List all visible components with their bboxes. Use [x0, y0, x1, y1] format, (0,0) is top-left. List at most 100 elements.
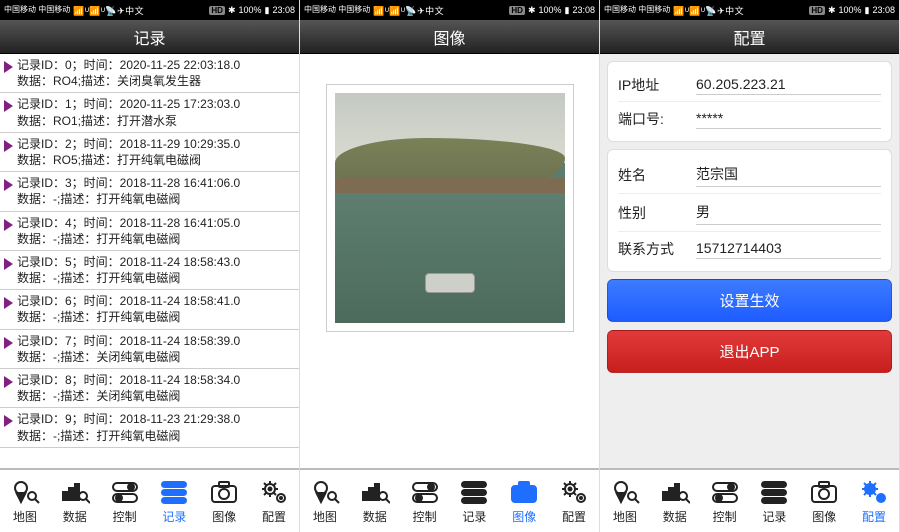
hd-badge: HD	[509, 6, 525, 15]
play-icon	[4, 140, 13, 152]
config-label: 性别	[618, 203, 696, 223]
tab-label: 地图	[13, 508, 37, 525]
config-row: 姓名 范宗国	[618, 156, 881, 193]
tab-label: 记录	[162, 508, 186, 525]
config-input[interactable]: 60.205.223.21	[696, 74, 881, 95]
tab-label: 地图	[313, 508, 337, 525]
tab-record[interactable]: 记录	[749, 470, 799, 532]
config-input[interactable]: 男	[696, 200, 881, 225]
battery-icon: ▮	[265, 5, 270, 16]
carrier-label: 中国移动 中国移动	[4, 6, 70, 14]
config-label: 端口号:	[618, 109, 696, 129]
tab-image[interactable]: 图像	[799, 470, 849, 532]
record-item[interactable]: 记录ID：0；时间：2020-11-25 22:03:18.0数据：RO4;描述…	[0, 54, 299, 93]
clock: 23:08	[272, 5, 295, 15]
play-icon	[4, 179, 13, 191]
record-text: 记录ID：9；时间：2018-11-23 21:29:38.0数据：-;描述：打…	[17, 411, 240, 443]
config-input[interactable]: *****	[696, 108, 881, 129]
config-input[interactable]: 范宗国	[696, 162, 881, 187]
tab-control[interactable]: 控制	[700, 470, 750, 532]
play-icon	[4, 415, 13, 427]
record-item[interactable]: 记录ID：7；时间：2018-11-24 18:58:39.0数据：-;描述：关…	[0, 330, 299, 369]
image-content	[300, 54, 599, 468]
tab-image[interactable]: 图像	[499, 470, 549, 532]
tab-control[interactable]: 控制	[100, 470, 150, 532]
play-icon	[4, 100, 13, 112]
record-item[interactable]: 记录ID：8；时间：2018-11-24 18:58:34.0数据：-;描述：关…	[0, 369, 299, 408]
bt-icon: ✱	[228, 5, 236, 16]
play-icon	[4, 297, 13, 309]
config-icon	[859, 478, 889, 506]
tab-map[interactable]: 地图	[300, 470, 350, 532]
config-input[interactable]: 15712714403	[696, 238, 881, 259]
map-icon	[310, 478, 340, 506]
record-text: 记录ID：3；时间：2018-11-28 16:41:06.0数据：-;描述：打…	[17, 175, 240, 207]
status-bar: 中国移动 中国移动 📶 ᵁ 📶 ᵁ 📡 ✈ 中 文 HD ✱ 100% ▮ 23…	[0, 0, 299, 20]
tab-config[interactable]: 配置	[849, 470, 899, 532]
record-text: 记录ID：7；时间：2018-11-24 18:58:39.0数据：-;描述：关…	[17, 333, 240, 365]
apply-button[interactable]: 设置生效	[607, 279, 892, 322]
tab-label: 记录	[462, 508, 486, 525]
tab-data[interactable]: 数据	[650, 470, 700, 532]
carrier-label: 中国移动 中国移动	[604, 6, 670, 14]
record-item[interactable]: 记录ID：6；时间：2018-11-24 18:58:41.0数据：-;描述：打…	[0, 290, 299, 329]
tab-config[interactable]: 配置	[249, 470, 299, 532]
record-icon	[459, 478, 489, 506]
record-item[interactable]: 记录ID：5；时间：2018-11-24 18:58:43.0数据：-;描述：打…	[0, 251, 299, 290]
image-icon	[809, 478, 839, 506]
exit-app-button[interactable]: 退出APP	[607, 330, 892, 373]
tab-label: 配置	[562, 508, 586, 525]
tab-label: 数据	[663, 508, 687, 525]
record-text: 记录ID：5；时间：2018-11-24 18:58:43.0数据：-;描述：打…	[17, 254, 240, 286]
record-item[interactable]: 记录ID：4；时间：2018-11-28 16:41:05.0数据：-;描述：打…	[0, 212, 299, 251]
tab-map[interactable]: 地图	[600, 470, 650, 532]
record-item[interactable]: 记录ID：9；时间：2018-11-23 21:29:38.0数据：-;描述：打…	[0, 408, 299, 447]
data-icon	[60, 478, 90, 506]
image-frame[interactable]	[326, 84, 574, 332]
record-item[interactable]: 记录ID：2；时间：2018-11-29 10:29:35.0数据：RO5;描述…	[0, 133, 299, 172]
image-icon	[509, 478, 539, 506]
config-content: IP地址 60.205.223.21端口号: ***** 姓名 范宗国性别 男联…	[600, 54, 899, 468]
hd-badge: HD	[809, 6, 825, 15]
config-row: IP地址 60.205.223.21	[618, 68, 881, 101]
bt-icon: ✱	[828, 5, 836, 16]
battery-level: 100%	[538, 5, 561, 15]
tab-record[interactable]: 记录	[449, 470, 499, 532]
tab-map[interactable]: 地图	[0, 470, 50, 532]
bottom-nav: 地图 数据 控制 记录 图像 配置	[600, 468, 899, 532]
page-title: 图像	[300, 20, 599, 54]
record-text: 记录ID：8；时间：2018-11-24 18:58:34.0数据：-;描述：关…	[17, 372, 240, 404]
tab-label: 数据	[63, 508, 87, 525]
camera-image	[335, 93, 565, 323]
phone-config: 中国移动 中国移动 📶 ᵁ 📶 ᵁ 📡 ✈ 中 文 HD ✱ 100% ▮ 23…	[600, 0, 900, 532]
tab-label: 控制	[413, 508, 437, 525]
tab-label: 数据	[363, 508, 387, 525]
record-item[interactable]: 记录ID：3；时间：2018-11-28 16:41:06.0数据：-;描述：打…	[0, 172, 299, 211]
record-item[interactable]: 记录ID：1；时间：2020-11-25 17:23:03.0数据：RO1;描述…	[0, 93, 299, 132]
tab-config[interactable]: 配置	[549, 470, 599, 532]
record-text: 记录ID：1；时间：2020-11-25 17:23:03.0数据：RO1;描述…	[17, 96, 240, 128]
carrier-label: 中国移动 中国移动	[304, 6, 370, 14]
record-list[interactable]: 记录ID：0；时间：2020-11-25 22:03:18.0数据：RO4;描述…	[0, 54, 299, 468]
record-icon	[759, 478, 789, 506]
config-icon	[559, 478, 589, 506]
tab-data[interactable]: 数据	[50, 470, 100, 532]
tab-label: 图像	[512, 508, 536, 525]
tab-data[interactable]: 数据	[350, 470, 400, 532]
tab-control[interactable]: 控制	[400, 470, 450, 532]
phone-image: 中国移动 中国移动 📶 ᵁ 📶 ᵁ 📡 ✈ 中 文 HD ✱ 100% ▮ 23…	[300, 0, 600, 532]
bottom-nav: 地图 数据 控制 记录 图像 配置	[300, 468, 599, 532]
tab-label: 控制	[113, 508, 137, 525]
tab-label: 配置	[262, 508, 286, 525]
config-icon	[259, 478, 289, 506]
tab-label: 地图	[613, 508, 637, 525]
phone-records: 中国移动 中国移动 📶 ᵁ 📶 ᵁ 📡 ✈ 中 文 HD ✱ 100% ▮ 23…	[0, 0, 300, 532]
status-bar: 中国移动 中国移动 📶 ᵁ 📶 ᵁ 📡 ✈ 中 文 HD ✱ 100% ▮ 23…	[300, 0, 599, 20]
tab-record[interactable]: 记录	[149, 470, 199, 532]
tab-image[interactable]: 图像	[199, 470, 249, 532]
hd-badge: HD	[209, 6, 225, 15]
control-icon	[110, 478, 140, 506]
battery-level: 100%	[238, 5, 261, 15]
play-icon	[4, 337, 13, 349]
play-icon	[4, 258, 13, 270]
